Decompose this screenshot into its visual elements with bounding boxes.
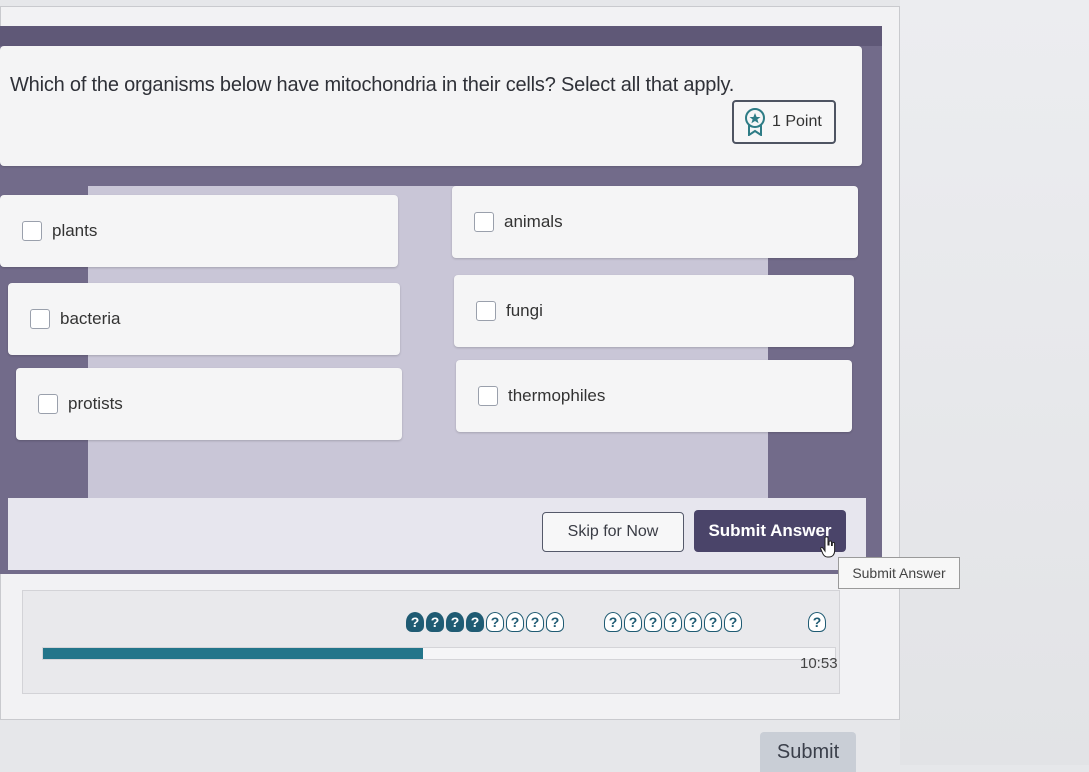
progress-panel bbox=[22, 590, 840, 694]
question-status-icon[interactable]: ? bbox=[526, 612, 544, 632]
option-plants[interactable]: plants bbox=[0, 195, 398, 267]
progress-bar bbox=[42, 647, 836, 660]
question-status-icon[interactable]: ? bbox=[546, 612, 564, 632]
award-ribbon-icon bbox=[745, 108, 765, 136]
option-thermophiles[interactable]: thermophiles bbox=[456, 360, 852, 432]
checkbox[interactable] bbox=[476, 301, 496, 321]
question-status-icon[interactable]: ? bbox=[644, 612, 662, 632]
submit-tooltip: Submit Answer bbox=[838, 557, 960, 589]
quiz-top-bar bbox=[0, 26, 882, 46]
question-status-icon[interactable]: ? bbox=[406, 612, 424, 632]
checkbox[interactable] bbox=[22, 221, 42, 241]
right-background bbox=[900, 0, 1089, 765]
option-protists[interactable]: protists bbox=[16, 368, 402, 440]
question-status-group-1: ???????? bbox=[406, 612, 564, 632]
timer: 10:53 bbox=[800, 655, 838, 672]
points-label: 1 Point bbox=[772, 113, 822, 130]
option-label: protists bbox=[68, 394, 123, 413]
question-status-icon[interactable]: ? bbox=[664, 612, 682, 632]
skip-for-now-button[interactable]: Skip for Now bbox=[542, 512, 684, 552]
hand-cursor-icon bbox=[820, 536, 836, 558]
question-status-icon[interactable]: ? bbox=[704, 612, 722, 632]
page-submit-button[interactable]: Submit bbox=[760, 732, 856, 772]
option-animals[interactable]: animals bbox=[452, 186, 858, 258]
question-status-icon[interactable]: ? bbox=[466, 612, 484, 632]
option-label: animals bbox=[504, 212, 563, 231]
question-status-icon[interactable]: ? bbox=[604, 612, 622, 632]
option-fungi[interactable]: fungi bbox=[454, 275, 854, 347]
question-status-icon[interactable]: ? bbox=[446, 612, 464, 632]
question-status-icon[interactable]: ? bbox=[684, 612, 702, 632]
option-label: bacteria bbox=[60, 309, 121, 328]
checkbox[interactable] bbox=[38, 394, 58, 414]
checkbox[interactable] bbox=[474, 212, 494, 232]
points-badge: 1 Point bbox=[732, 100, 836, 144]
question-status-icon[interactable]: ? bbox=[506, 612, 524, 632]
question-status-icon[interactable]: ? bbox=[624, 612, 642, 632]
question-text: Which of the organisms below have mitoch… bbox=[10, 74, 735, 96]
question-status-icon[interactable]: ? bbox=[486, 612, 504, 632]
checkbox[interactable] bbox=[478, 386, 498, 406]
option-bacteria[interactable]: bacteria bbox=[8, 283, 400, 355]
checkbox[interactable] bbox=[30, 309, 50, 329]
option-label: plants bbox=[52, 221, 98, 240]
question-status-icon[interactable]: ? bbox=[426, 612, 444, 632]
question-status-group-2: ??????? bbox=[604, 612, 742, 632]
question-status-icon[interactable]: ? bbox=[724, 612, 742, 632]
question-status-extra: ? bbox=[808, 612, 826, 632]
option-label: thermophiles bbox=[508, 386, 606, 405]
option-label: fungi bbox=[506, 301, 543, 320]
progress-bar-fill bbox=[43, 648, 424, 659]
question-status-icon[interactable]: ? bbox=[808, 612, 826, 632]
